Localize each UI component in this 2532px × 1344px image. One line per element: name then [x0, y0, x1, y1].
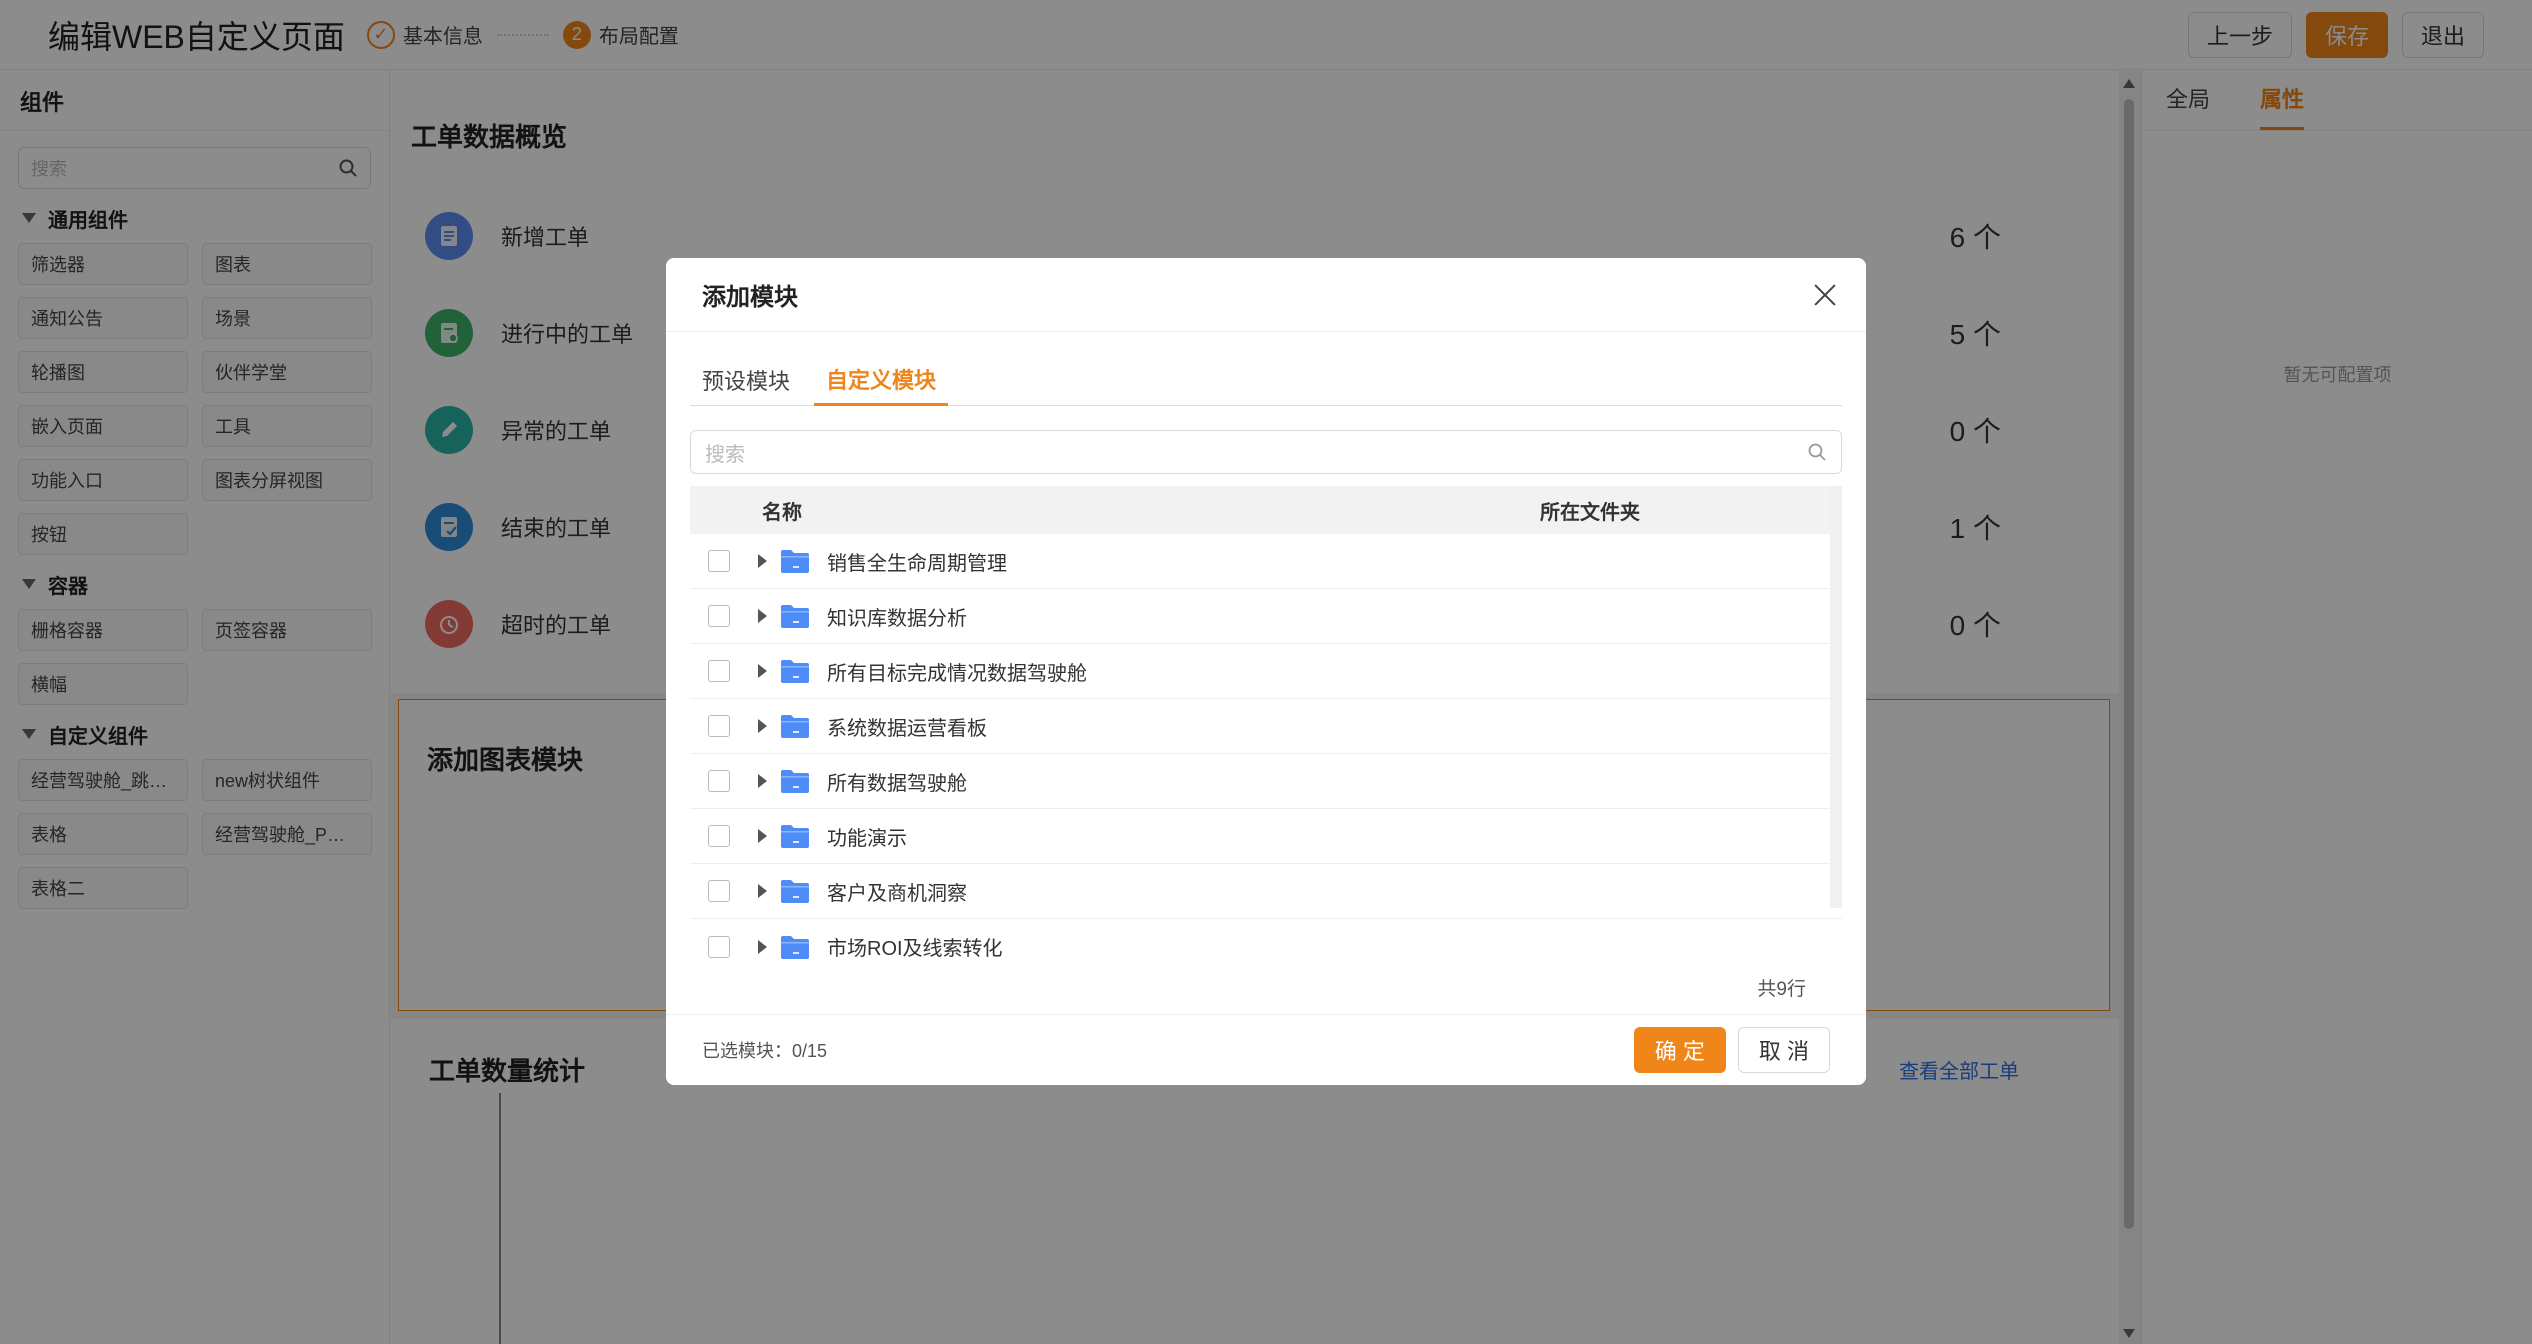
row-count: 共9行 [1757, 979, 1806, 1000]
expand-arrow-icon[interactable] [758, 829, 767, 843]
dialog-footer: 已选模块：0/15 确 定 取 消 [666, 1014, 1866, 1085]
dialog-header: 添加模块 [666, 258, 1866, 332]
column-header-name: 名称 [762, 501, 802, 524]
row-checkbox[interactable] [708, 825, 730, 847]
table-body: 销售全生命周期管理 知识库数据分析 所有目标完成情况数据驾驶舱 系统数据运营看板 [690, 534, 1842, 974]
add-module-dialog: 添加模块 预设模块 自定义模块 搜索 名称 所在文件夹 销售全生命周期管理 知识… [666, 258, 1866, 1085]
table-row[interactable]: 系统数据运营看板 [690, 699, 1842, 754]
tab-custom-modules[interactable]: 自定义模块 [814, 354, 949, 406]
expand-arrow-icon[interactable] [758, 554, 767, 568]
row-name: 所有目标完成情况数据驾驶舱 [827, 662, 1087, 685]
expand-arrow-icon[interactable] [758, 884, 767, 898]
row-checkbox[interactable] [708, 605, 730, 627]
close-icon[interactable] [1814, 284, 1836, 306]
column-header-folder: 所在文件夹 [1540, 501, 1640, 524]
module-search-input[interactable]: 搜索 [690, 430, 1842, 474]
table-row[interactable]: 功能演示 [690, 809, 1842, 864]
row-name: 功能演示 [827, 827, 907, 850]
expand-arrow-icon[interactable] [758, 719, 767, 733]
folder-icon [781, 715, 809, 738]
row-checkbox[interactable] [708, 880, 730, 902]
dialog-tabs: 预设模块 自定义模块 [690, 354, 1842, 406]
folder-icon [781, 770, 809, 793]
selected-count: 已选模块：0/15 [702, 1041, 828, 1061]
module-table: 名称 所在文件夹 销售全生命周期管理 知识库数据分析 所有目标完成情况数据驾驶舱 [690, 486, 1842, 974]
row-name: 所有数据驾驶舱 [827, 772, 967, 795]
dialog-title: 添加模块 [702, 284, 798, 311]
table-scrollbar[interactable] [1830, 486, 1842, 908]
row-name: 销售全生命周期管理 [827, 552, 1007, 575]
folder-icon [781, 935, 809, 959]
folder-icon [781, 825, 809, 848]
tab-preset-modules[interactable]: 预设模块 [702, 354, 790, 406]
row-checkbox[interactable] [708, 715, 730, 737]
row-checkbox[interactable] [708, 660, 730, 682]
row-name: 客户及商机洞察 [827, 882, 967, 905]
table-row[interactable]: 所有数据驾驶舱 [690, 754, 1842, 809]
search-placeholder: 搜索 [705, 443, 745, 466]
cancel-button[interactable]: 取 消 [1737, 1027, 1830, 1073]
table-row[interactable]: 所有目标完成情况数据驾驶舱 [690, 644, 1842, 699]
row-checkbox[interactable] [708, 770, 730, 792]
row-name: 市场ROI及线索转化 [827, 938, 1003, 960]
expand-arrow-icon[interactable] [758, 609, 767, 623]
table-header: 名称 所在文件夹 [690, 486, 1842, 534]
table-row[interactable]: 市场ROI及线索转化 [690, 919, 1842, 974]
row-name: 知识库数据分析 [827, 607, 967, 630]
folder-icon [781, 660, 809, 683]
row-checkbox[interactable] [708, 935, 730, 958]
row-name: 系统数据运营看板 [827, 717, 987, 740]
expand-arrow-icon[interactable] [758, 939, 767, 954]
search-icon[interactable] [1807, 442, 1827, 462]
table-row[interactable]: 销售全生命周期管理 [690, 534, 1842, 589]
expand-arrow-icon[interactable] [758, 664, 767, 678]
folder-icon [781, 550, 809, 573]
table-row[interactable]: 知识库数据分析 [690, 589, 1842, 644]
row-checkbox[interactable] [708, 550, 730, 572]
confirm-button[interactable]: 确 定 [1633, 1027, 1726, 1073]
dialog-actions: 确 定 取 消 [1633, 1027, 1830, 1073]
expand-arrow-icon[interactable] [758, 774, 767, 788]
folder-icon [781, 605, 809, 628]
folder-icon [781, 880, 809, 903]
table-row[interactable]: 客户及商机洞察 [690, 864, 1842, 919]
